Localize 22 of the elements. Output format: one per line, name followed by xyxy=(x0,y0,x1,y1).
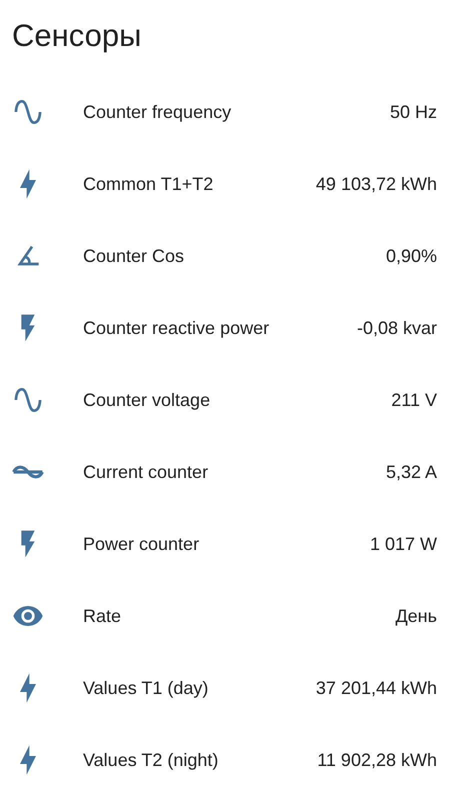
sensor-value: 49 103,72 kWh xyxy=(316,174,437,195)
sensor-name[interactable]: Counter Cos xyxy=(83,246,386,267)
wave-line-icon xyxy=(12,464,44,480)
sensor-name[interactable]: Values T2 (night) xyxy=(83,750,318,771)
sensor-name[interactable]: Current counter xyxy=(83,462,386,483)
card-title: Сенсоры xyxy=(12,17,142,55)
sensor-name[interactable]: Counter reactive power xyxy=(83,318,357,339)
sensor-value: 211 V xyxy=(391,390,437,411)
sensor-value: 11 902,28 kWh xyxy=(317,750,437,771)
sensor-name[interactable]: Counter voltage xyxy=(83,390,392,411)
sensor-value: 37 201,44 kWh xyxy=(316,678,437,699)
sensor-value: 5,32 A xyxy=(386,462,437,483)
sensor-value: 50 Hz xyxy=(390,102,437,123)
sensor-name[interactable]: Counter frequency xyxy=(83,102,390,123)
sensor-name[interactable]: Common T1+T2 xyxy=(83,174,316,195)
sensor-name[interactable]: Values T1 (day) xyxy=(83,678,316,699)
sensor-name[interactable]: Rate xyxy=(83,606,396,627)
sensor-value: День xyxy=(395,606,437,627)
sensor-value: -0,08 kvar xyxy=(356,318,437,339)
sensor-value: 0,90% xyxy=(386,246,437,267)
sensor-value: 1 017 W xyxy=(370,534,437,555)
sensor-name[interactable]: Power counter xyxy=(83,534,370,555)
